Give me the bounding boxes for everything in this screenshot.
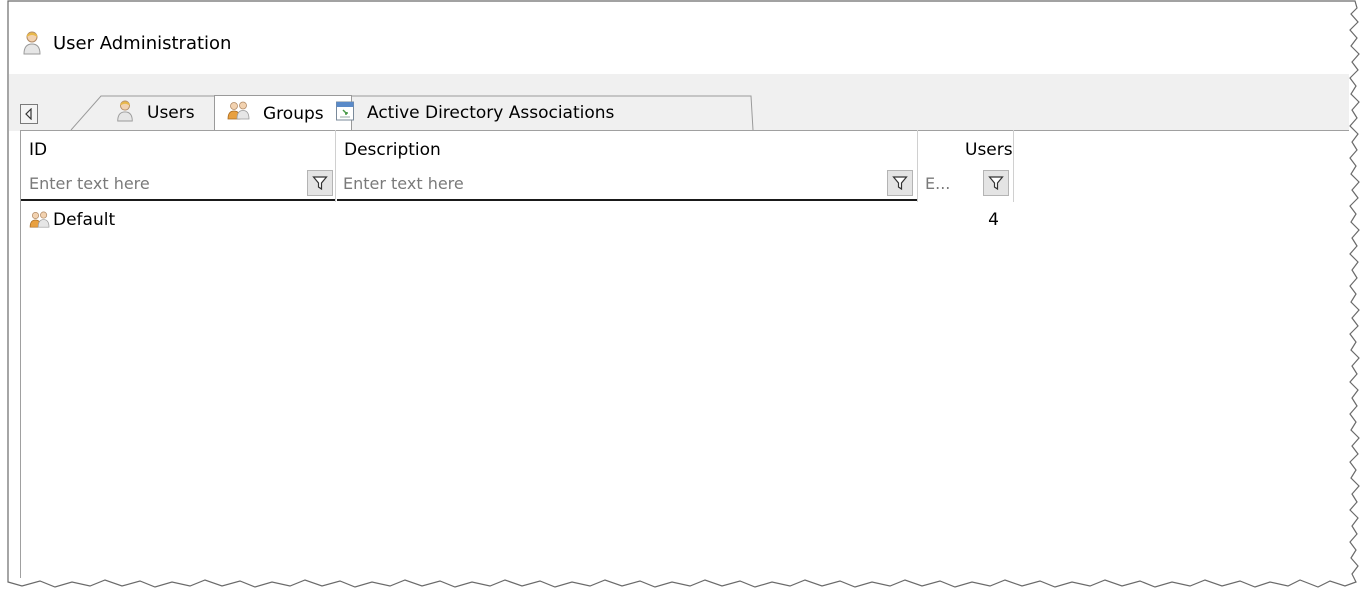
filter-icon: [988, 176, 1004, 191]
column-separator: [1013, 130, 1014, 202]
cell-id: Default: [53, 210, 116, 230]
filter-input-id[interactable]: [23, 168, 295, 198]
filter-input-description[interactable]: [337, 168, 877, 198]
user-icon: [115, 99, 135, 128]
filter-icon: [892, 176, 908, 191]
tab-groups-label: Groups: [263, 103, 324, 124]
cell-users: 4: [988, 210, 999, 230]
user-icon: [21, 30, 43, 56]
column-header-description[interactable]: Description: [344, 140, 441, 160]
window-title: User Administration: [53, 32, 232, 54]
tab-ad-label: Active Directory Associations: [367, 103, 615, 123]
grid-top-border: [21, 130, 1349, 131]
table-row[interactable]: Default 4: [21, 206, 1013, 234]
tab-strip: Users Groups Active Directory Associatio…: [9, 74, 1349, 131]
tab-active-directory-associations[interactable]: Active Directory Associations: [319, 96, 753, 130]
column-header-users[interactable]: Users: [965, 140, 1013, 160]
group-icon: [29, 211, 51, 229]
column-separator: [917, 130, 918, 202]
tab-users-label: Users: [147, 103, 195, 123]
filter-button-id[interactable]: [307, 170, 333, 196]
column-separator: [335, 130, 336, 202]
directory-icon: [335, 100, 355, 127]
group-icon: [227, 101, 251, 126]
filter-underline: [21, 199, 335, 201]
filter-underline: [337, 199, 917, 201]
filter-button-description[interactable]: [887, 170, 913, 196]
title-bar: User Administration: [9, 12, 1349, 74]
groups-grid: ID Description Users Enter text here Ent…: [20, 130, 1349, 578]
column-header-id[interactable]: ID: [29, 140, 47, 160]
filter-button-users[interactable]: [983, 170, 1009, 196]
filter-input-users[interactable]: [919, 168, 975, 198]
tab-users[interactable]: Users: [71, 96, 219, 130]
filter-icon: [312, 176, 328, 191]
user-administration-window: User Administration Users Groups Active …: [9, 12, 1349, 578]
